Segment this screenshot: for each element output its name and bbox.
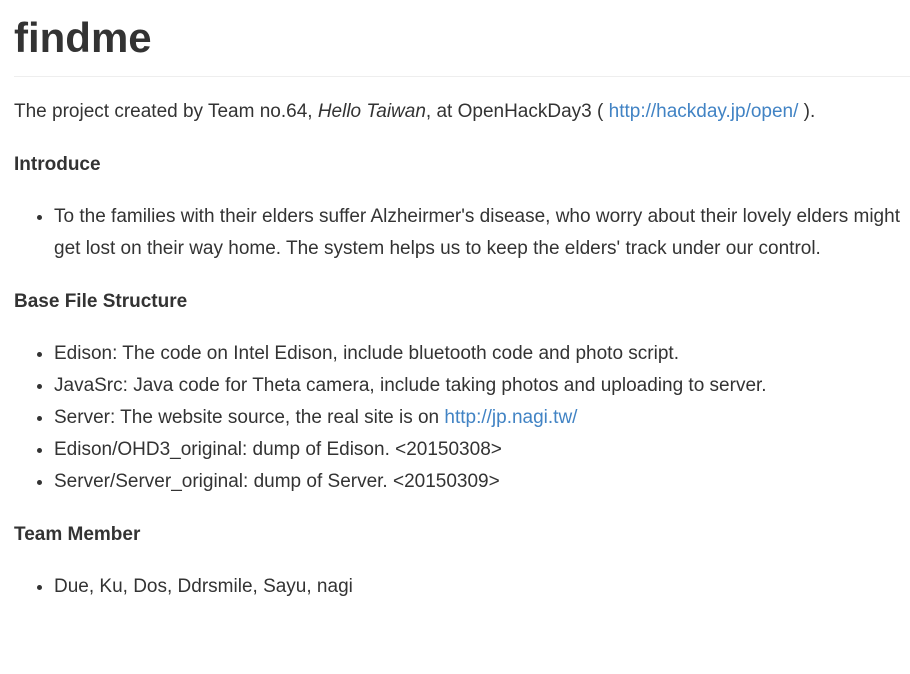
list-item: Edison/OHD3_original: dump of Edison. <2…: [54, 434, 910, 466]
introduce-list: To the families with their elders suffer…: [14, 201, 910, 265]
list-item: JavaSrc: Java code for Theta camera, inc…: [54, 370, 910, 402]
intro-team-name: Hello Taiwan: [317, 101, 426, 122]
list-item: Server: The website source, the real sit…: [54, 402, 910, 434]
server-item-text: Server: The website source, the real sit…: [54, 407, 445, 428]
list-item: Due, Ku, Dos, Ddrsmile, Sayu, nagi: [54, 571, 910, 603]
team-list: Due, Ku, Dos, Ddrsmile, Sayu, nagi: [14, 571, 910, 603]
structure-list: Edison: The code on Intel Edison, includ…: [14, 338, 910, 498]
section-heading-introduce: Introduce: [14, 154, 101, 175]
intro-middle: , at OpenHackDay3 (: [425, 101, 609, 122]
intro-suffix: ).: [798, 101, 816, 122]
intro-paragraph: The project created by Team no.64, Hello…: [14, 96, 910, 128]
list-item: To the families with their elders suffer…: [54, 201, 910, 265]
page-title: findme: [14, 14, 152, 61]
title-divider: [14, 76, 910, 77]
nagi-site-link[interactable]: http://jp.nagi.tw/: [444, 407, 577, 428]
list-item: Edison: The code on Intel Edison, includ…: [54, 338, 910, 370]
list-item: Server/Server_original: dump of Server. …: [54, 466, 910, 498]
section-heading-structure: Base File Structure: [14, 291, 188, 312]
hackday-link[interactable]: http://hackday.jp/open/: [609, 101, 799, 122]
readme-document: findme The project created by Team no.64…: [0, 0, 910, 603]
intro-prefix: The project created by Team no.64,: [14, 101, 318, 122]
section-heading-team: Team Member: [14, 524, 141, 545]
